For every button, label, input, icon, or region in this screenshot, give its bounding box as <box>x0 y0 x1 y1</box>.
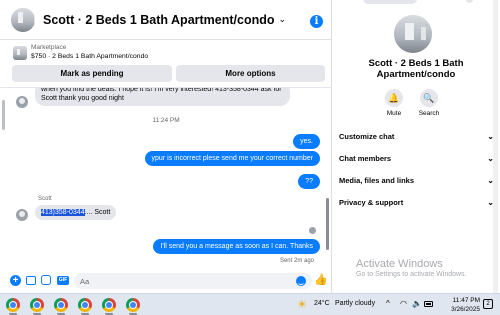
clock-time[interactable]: 11:47 PM <box>446 297 480 304</box>
message-list[interactable]: when you find the deals. I hope it is! I… <box>0 88 332 268</box>
sticker-icon[interactable] <box>41 275 51 285</box>
mute-label: Mute <box>386 110 402 117</box>
more-options-button[interactable]: More options <box>176 65 325 82</box>
activate-windows-title: Activate Windows <box>356 258 443 270</box>
profile-name: Scott · 2 Beds 1 Bath Apartment/condo <box>368 58 464 80</box>
listing-thumbnail[interactable] <box>13 46 27 60</box>
notification-icon[interactable]: 2 <box>483 299 493 309</box>
top-bar-dot[interactable] <box>466 0 473 3</box>
details-panel: Scott · 2 Beds 1 Bath Apartment/condo 🔔 … <box>332 0 500 293</box>
section-chat-members[interactable]: Chat members ⌄ <box>339 154 494 163</box>
info-icon[interactable]: i <box>310 15 323 28</box>
section-label: Media, files and links <box>339 176 415 185</box>
chrome-icon[interactable] <box>30 298 44 312</box>
chrome-icon[interactable] <box>6 298 20 312</box>
avatar <box>16 96 28 108</box>
listing-banner: Marketplace $750 · 2 Beds 1 Bath Apartme… <box>0 40 332 88</box>
chat-header: Scott · 2 Beds 1 Bath Apartment/condo ⌄ … <box>0 0 332 40</box>
outgoing-message[interactable]: ypur is incorrect plese send me your cor… <box>144 151 320 166</box>
weather-icon[interactable]: ☀ <box>297 299 309 311</box>
chrome-icon[interactable] <box>54 298 68 312</box>
chrome-icon[interactable] <box>78 298 92 312</box>
activate-windows-subtitle: Go to Settings to activate Windows. <box>356 271 467 278</box>
section-customize-chat[interactable]: Customize chat ⌄ <box>339 132 494 141</box>
outgoing-message[interactable]: ?? <box>298 174 320 189</box>
section-privacy-support[interactable]: Privacy & support ⌄ <box>339 198 494 207</box>
panel-scrollbar[interactable] <box>493 0 498 293</box>
marketplace-label: Marketplace <box>31 44 67 51</box>
image-icon[interactable] <box>26 276 36 285</box>
scroll-thumb[interactable] <box>326 198 329 250</box>
phone-number-selection[interactable]: 413)358-0344 <box>41 209 85 216</box>
weather-description[interactable]: Partly cloudy <box>335 300 375 307</box>
incoming-message[interactable]: 413)358-0344.... Scott <box>35 205 117 220</box>
message-text: .... Scott <box>84 209 111 216</box>
mark-as-pending-button[interactable]: Mark as pending <box>12 65 172 82</box>
chat-pane: Scott · 2 Beds 1 Bath Apartment/condo ⌄ … <box>0 0 332 293</box>
section-label: Privacy & support <box>339 198 404 207</box>
gif-icon[interactable]: GIF <box>57 276 69 285</box>
conversation-title[interactable]: Scott · 2 Beds 1 Bath Apartment/condo <box>43 13 275 27</box>
section-label: Chat members <box>339 154 392 163</box>
top-bar-pill[interactable] <box>363 0 417 4</box>
thumbs-up-icon[interactable]: 👍 <box>314 274 328 286</box>
wifi-icon[interactable]: ◠ <box>400 299 407 308</box>
avatar[interactable] <box>11 7 35 32</box>
search-label: Search <box>418 110 440 117</box>
outgoing-message[interactable]: yes. <box>293 134 320 149</box>
sender-name: Scott <box>38 196 52 202</box>
volume-icon[interactable]: 🔈 <box>412 299 422 308</box>
weather-temperature[interactable]: 24°C <box>314 300 330 307</box>
plus-icon[interactable]: + <box>10 275 21 286</box>
search-icon[interactable]: 🔍 <box>420 89 438 107</box>
listing-title[interactable]: $750 · 2 Beds 1 Bath Apartment/condo <box>31 53 148 60</box>
left-scrollbar[interactable] <box>2 100 5 130</box>
chrome-icon[interactable] <box>126 298 140 312</box>
chrome-icon[interactable] <box>102 298 116 312</box>
bell-icon[interactable]: 🔔 <box>385 89 403 107</box>
message-composer: + GIF 👍 <box>0 268 332 293</box>
incoming-message[interactable]: when you find the deals. I hope it is! I… <box>35 88 290 106</box>
avatar <box>16 209 28 221</box>
seen-indicator-avatar <box>309 227 316 234</box>
chevron-down-icon[interactable]: ⌄ <box>279 14 287 25</box>
chat-scrollbar[interactable] <box>326 88 330 268</box>
outgoing-message[interactable]: I'll send you a message as soon as I can… <box>153 239 320 254</box>
taskbar: ☀ 24°C Partly cloudy ^ ◠ 🔈 11:47 PM 3/26… <box>0 293 500 315</box>
clock-date[interactable]: 3/26/2025 <box>444 306 480 313</box>
tray-chevron-icon[interactable]: ^ <box>386 299 390 308</box>
sent-status: Sent 2m ago <box>279 258 314 264</box>
section-label: Customize chat <box>339 132 395 141</box>
message-timestamp: 11:24 PM <box>152 117 180 124</box>
section-media-files-links[interactable]: Media, files and links ⌄ <box>339 176 494 185</box>
emoji-icon[interactable] <box>296 276 306 286</box>
message-input[interactable] <box>74 273 312 289</box>
battery-icon[interactable] <box>424 301 433 307</box>
profile-avatar[interactable] <box>394 15 432 53</box>
